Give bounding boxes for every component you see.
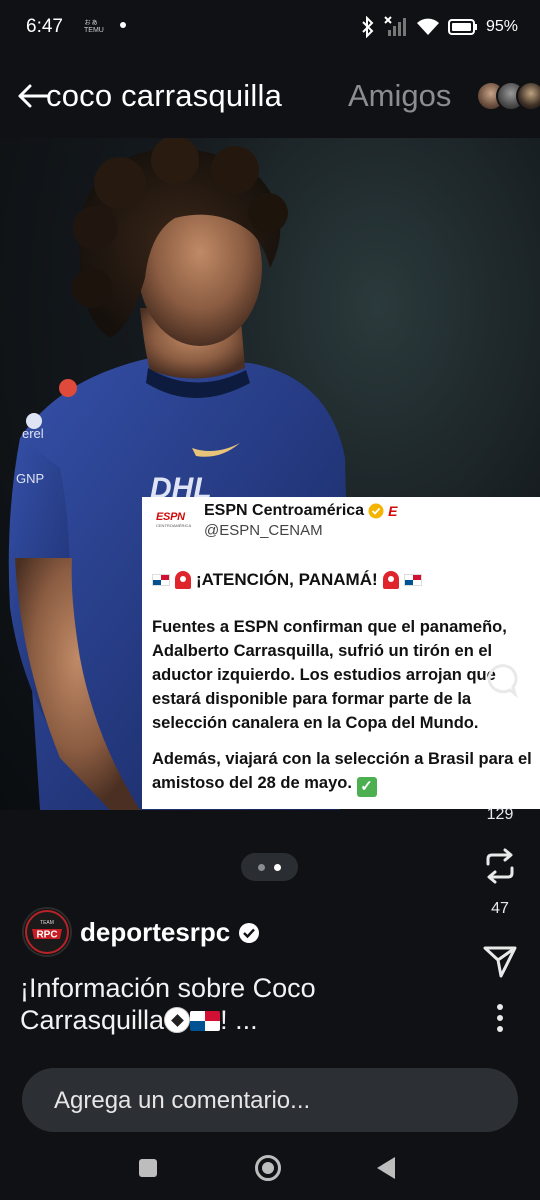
siren-icon	[382, 571, 399, 589]
svg-text:ぉぁ: ぉぁ	[84, 19, 98, 26]
tweet-author-name: ESPN Centroamérica E	[204, 502, 398, 519]
share-count: 47	[491, 900, 509, 917]
status-icons: 95%	[360, 14, 518, 40]
author-name[interactable]: deportesrpc	[80, 917, 260, 948]
post-caption[interactable]: ¡Información sobre Coco Carrasquilla! ..…	[20, 972, 460, 1036]
svg-text:RPC: RPC	[36, 930, 57, 941]
svg-text:GNP: GNP	[16, 471, 44, 486]
verified-gold-icon	[368, 503, 384, 519]
tweet-screenshot: ESPN CENTROAMÉRICA ESPN Centroamérica E @…	[142, 497, 540, 809]
page-title[interactable]: coco carrasquilla	[46, 78, 282, 114]
status-time: 6:47	[26, 16, 63, 37]
battery-level: 95%	[485, 18, 518, 35]
battery-icon	[447, 19, 477, 35]
siren-icon	[175, 571, 191, 589]
friend-avatar	[516, 81, 540, 111]
carousel-indicator	[241, 853, 298, 881]
panama-flag-icon	[190, 1011, 221, 1031]
tweet-headline: ¡ATENCIÓN, PANAMÁ!	[152, 570, 422, 590]
comment-placeholder: Agrega un comentario...	[54, 1087, 311, 1114]
system-nav-bar	[0, 1140, 540, 1200]
status-notification-icon: ぉぁ TEMU	[84, 17, 106, 36]
espn-logo: ESPN CENTROAMÉRICA	[156, 511, 192, 528]
recent-apps-button[interactable]	[139, 1159, 157, 1177]
repost-count: 129	[486, 806, 514, 823]
check-mark-icon: ✓	[356, 777, 377, 797]
svg-text:TEAM: TEAM	[40, 920, 54, 926]
back-button[interactable]	[377, 1157, 395, 1179]
author-avatar[interactable]: TEAM RPC	[22, 907, 72, 957]
panama-flag-icon	[403, 574, 422, 586]
carousel-dot	[258, 864, 265, 871]
panama-flag-icon	[152, 574, 170, 586]
more-options-icon[interactable]	[496, 1003, 504, 1033]
notification-dot-icon	[120, 22, 126, 28]
tweet-handle: @ESPN_CENAM	[204, 522, 323, 539]
tab-friends[interactable]: Amigos	[348, 78, 451, 114]
tweet-body-second: Además, viajará con la selección a Brasi…	[152, 750, 532, 797]
header: coco carrasquilla Amigos	[0, 56, 540, 138]
soccer-ball-icon	[164, 1007, 191, 1033]
post-media[interactable]: DHL erel GNP ESPN CENTROAMÉRICA ESPN Cen…	[0, 138, 540, 810]
share-icon[interactable]	[480, 940, 520, 980]
bluetooth-icon	[362, 16, 374, 38]
wifi-icon	[416, 18, 439, 35]
comment-input[interactable]: Agrega un comentario...	[22, 1068, 518, 1132]
verified-icon	[239, 922, 260, 943]
carousel-dot-active	[274, 864, 281, 871]
repost-icon[interactable]	[480, 846, 520, 886]
friend-avatars[interactable]	[476, 81, 540, 113]
home-button[interactable]	[255, 1155, 281, 1181]
svg-text:TEMU: TEMU	[84, 27, 104, 33]
espn-e-icon: E	[388, 502, 398, 519]
status-bar: 6:47 ぉぁ TEMU 95%	[0, 0, 540, 56]
signal-off-icon	[384, 16, 406, 36]
comment-icon[interactable]	[480, 660, 520, 700]
